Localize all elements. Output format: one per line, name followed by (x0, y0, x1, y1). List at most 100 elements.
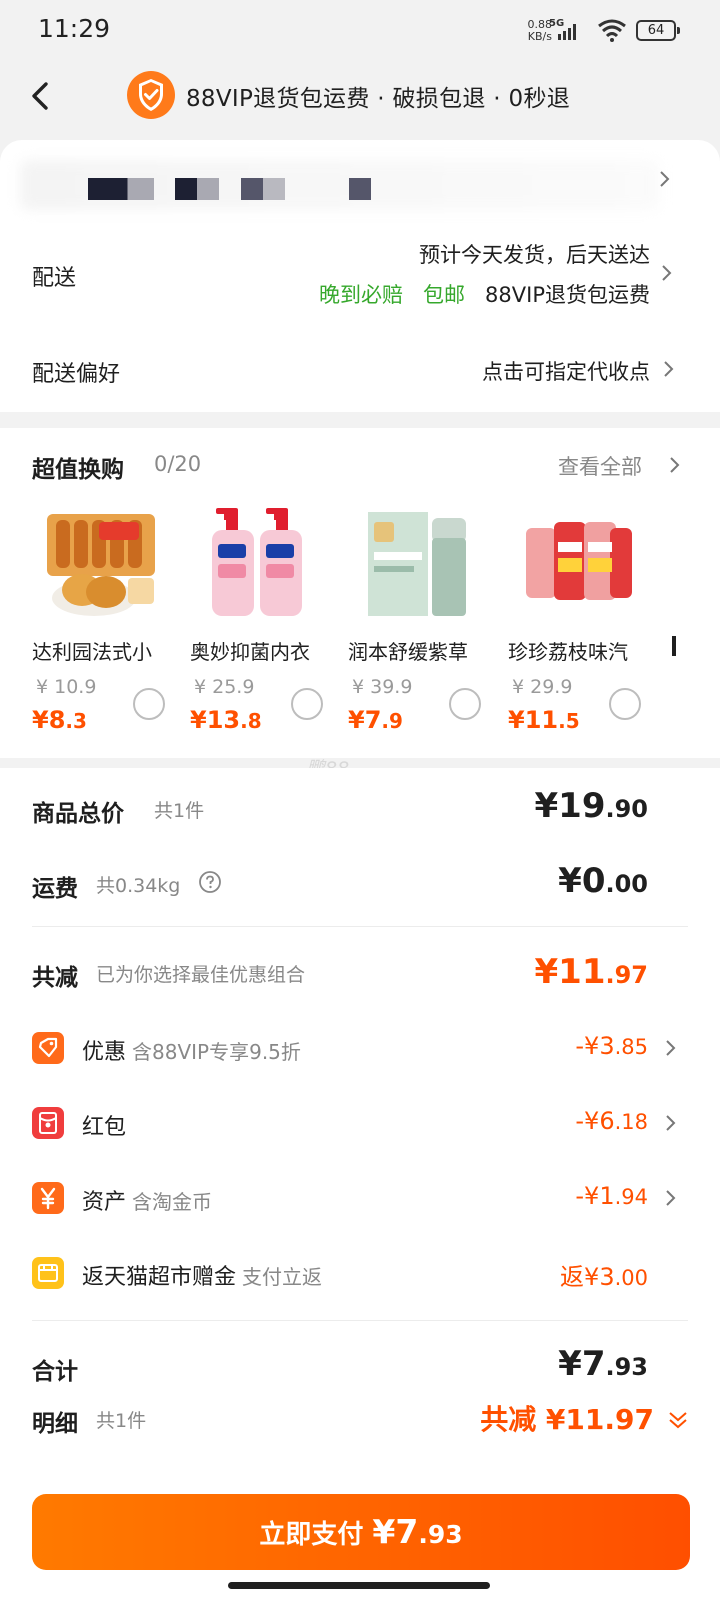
detail-count: 共1件 (96, 1410, 147, 1432)
signal-icon (558, 24, 576, 40)
reduction-int: ¥11 (534, 952, 606, 992)
product-image-bread (47, 514, 155, 616)
view-all-link[interactable]: 查看全部 (558, 451, 642, 481)
value-exchange-section: 超值换购 0/20 查看全部 达利园法式小 ¥ 10.9 ¥8.3 奥妙抑菌内衣… (0, 428, 720, 758)
chevron-right-icon (660, 171, 670, 187)
shield-check-icon (127, 71, 175, 119)
discount-value-dec: .85 (614, 1035, 648, 1059)
cashback-value: 返¥3.00 (560, 1257, 648, 1292)
top-header: 88VIP退货包运费 · 破损包退 · 0秒退 (0, 62, 720, 140)
yuan-icon (32, 1182, 64, 1214)
shipping-dec: .00 (605, 870, 648, 898)
chevron-right-icon[interactable] (668, 454, 682, 476)
discount-label-text: 优惠 (82, 1040, 127, 1065)
detail-reduction: 共减 ¥11.97 (480, 1403, 654, 1436)
goods-total-int: ¥19 (534, 786, 606, 826)
late-compensation-tag: 晚到必赔 (318, 283, 403, 307)
deal-price: ¥13.8 (190, 706, 262, 734)
address-delivery-card: 配送 预计今天发货，后天送达 晚到必赔 包邮 88VIP退货包运费 配送偏好 点… (0, 140, 720, 412)
goods-total-label: 商品总价 (32, 801, 124, 827)
grand-total-price: ¥7.93 (558, 1344, 648, 1384)
cashback-dec: .00 (614, 1266, 648, 1290)
gift-card-icon (32, 1257, 64, 1289)
cashback-label-text: 返天猫超市赠金 (82, 1265, 237, 1290)
assets-int: -¥1 (575, 1182, 615, 1210)
deal-price-dec: .5 (558, 709, 580, 733)
original-price: ¥ 39.9 (352, 676, 413, 698)
cashback-sub: 支付立返 (242, 1265, 323, 1289)
shipping-price: ¥0.00 (558, 861, 648, 901)
select-radio[interactable] (133, 688, 165, 720)
red-envelope-value: -¥6.18 (575, 1107, 648, 1135)
red-envelope-label: 红包 (82, 1115, 127, 1140)
grand-total-int: ¥7 (558, 1344, 606, 1384)
deal-price-dec: .9 (381, 709, 403, 733)
discount-sub: 含88VIP专享9.5折 (132, 1040, 301, 1064)
deal-price: ¥8.3 (32, 706, 87, 734)
order-summary: 商品总价 共1件 ¥19.90 运费 共0.34kg ¥0.00 共减 已为你选… (0, 768, 720, 1600)
free-shipping-tag: 包邮 (423, 283, 466, 307)
return-shipping-tag: 88VIP退货包运费 (485, 283, 650, 307)
assets-value: -¥1.94 (575, 1182, 648, 1210)
red-envelope-int: -¥6 (575, 1107, 615, 1135)
red-envelope-icon (32, 1107, 64, 1139)
discount-value: -¥3.85 (575, 1032, 648, 1060)
product-image-balm (368, 512, 466, 616)
redacted-block (241, 178, 285, 200)
chevron-right-icon (664, 361, 674, 377)
delivery-tags: 晚到必赔 包邮 88VIP退货包运费 (319, 279, 650, 309)
deal-item[interactable]: 润本舒缓紫草 ¥ 39.9 ¥7.9 (348, 498, 498, 738)
redacted-block (175, 178, 219, 200)
pay-button-int: ¥7 (372, 1512, 419, 1551)
deal-price: ¥11.5 (508, 706, 580, 734)
cashback-int: 返¥3 (560, 1263, 615, 1291)
select-radio[interactable] (609, 688, 641, 720)
product-name: 润本舒缓紫草 (348, 640, 468, 664)
select-radio[interactable] (449, 688, 481, 720)
deal-price-int: ¥13 (190, 706, 241, 734)
original-price: ¥ 25.9 (194, 676, 255, 698)
chevron-right-icon (662, 265, 672, 281)
deal-item[interactable]: 珍珍荔枝味汽 ¥ 29.9 ¥11.5 (508, 498, 658, 738)
goods-total-price: ¥19.90 (535, 786, 649, 826)
reduction-note: 已为你选择最佳优惠组合 (96, 964, 306, 986)
assets-label: 资产 含淘金币 (82, 1184, 212, 1216)
discount-label: 优惠 含88VIP专享9.5折 (82, 1034, 301, 1066)
grand-total-label: 合计 (32, 1359, 78, 1385)
shipping-label: 运费 (32, 876, 78, 902)
goods-total-dec: .90 (605, 795, 648, 823)
assets-sub: 含淘金币 (132, 1190, 213, 1214)
redacted-block (349, 178, 371, 200)
partial-name-glyph (672, 636, 676, 656)
chevron-right-icon (666, 1040, 676, 1056)
assets-dec: .94 (614, 1185, 648, 1209)
product-image-detergent (212, 508, 302, 616)
back-arrow-icon[interactable] (24, 78, 60, 114)
clock: 11:29 (38, 14, 111, 43)
section-title: 超值换购 (32, 457, 124, 483)
status-bar: 11:29 0.88 KB/s 5G 64 (0, 0, 720, 62)
deal-price-int: ¥7 (348, 706, 382, 734)
detail-label: 明细 (32, 1411, 78, 1437)
delivery-label: 配送 (32, 266, 77, 291)
deal-item-partial[interactable] (668, 636, 720, 656)
deal-item[interactable]: 奥妙抑菌内衣 ¥ 25.9 ¥13.8 (190, 498, 340, 738)
double-chevron-down-icon[interactable] (666, 1408, 690, 1432)
pay-now-button[interactable]: 立即支付 ¥7.93 (32, 1494, 690, 1570)
delivery-pref-value: 点击可指定代收点 (482, 360, 650, 384)
select-radio[interactable] (291, 688, 323, 720)
deal-item[interactable]: 达利园法式小 ¥ 10.9 ¥8.3 (32, 498, 182, 738)
help-icon[interactable] (198, 870, 222, 894)
home-indicator[interactable] (228, 1582, 490, 1589)
service-guarantee-title: 88VIP退货包运费 · 破损包退 · 0秒退 (186, 86, 571, 112)
product-image-soda-cans (526, 522, 632, 600)
original-price: ¥ 29.9 (512, 676, 573, 698)
deal-price-int: ¥11 (508, 706, 559, 734)
reduction-amount: ¥11.97 (535, 952, 649, 992)
divider (32, 1320, 688, 1321)
pay-button-amount: ¥7.93 (372, 1512, 462, 1551)
original-price: ¥ 10.9 (36, 676, 97, 698)
net-speed-unit: KB/s (527, 30, 552, 43)
reduction-dec: .97 (605, 961, 648, 989)
shipping-int: ¥0 (558, 861, 606, 901)
